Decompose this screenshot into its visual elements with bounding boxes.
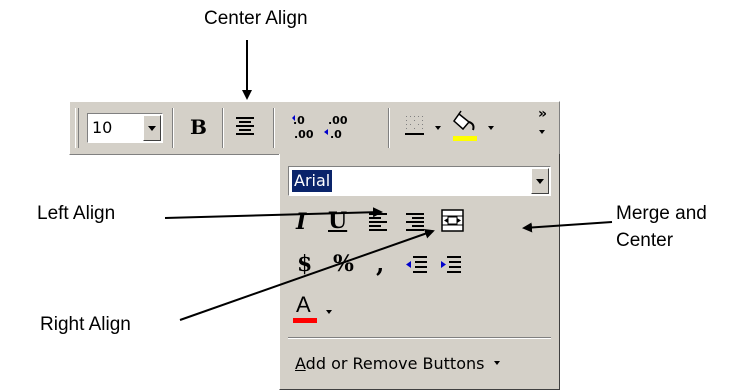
arrow-right-align <box>179 228 435 321</box>
callout-arrows <box>164 40 613 321</box>
arrow-merge-center <box>522 221 613 233</box>
arrow-left-align <box>164 207 383 219</box>
